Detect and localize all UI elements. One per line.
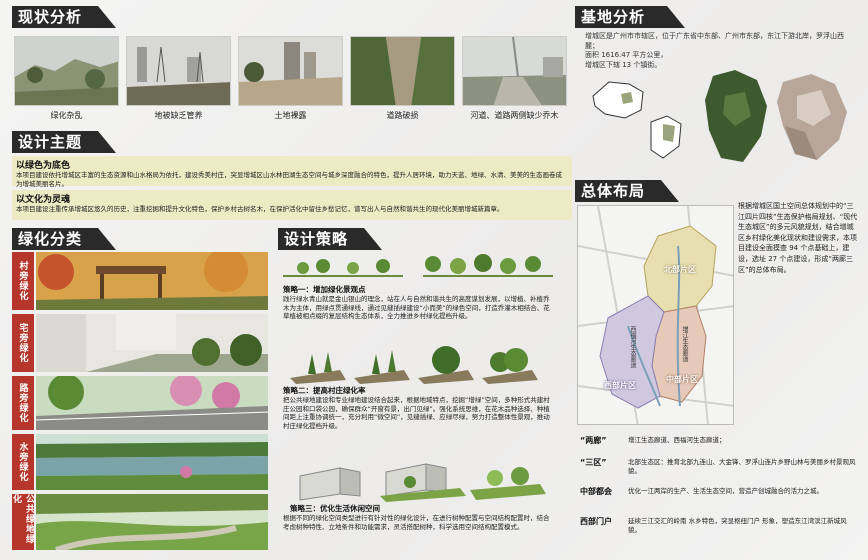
strategy1-illustration bbox=[283, 254, 553, 282]
legend-text-1: 增江生态廊道、西福河生态廊道； bbox=[628, 436, 726, 444]
site-maps bbox=[585, 66, 857, 170]
map-label-north: 北部片区 bbox=[664, 265, 696, 274]
legend-label-1: “两廊” bbox=[580, 436, 607, 445]
category-water: 水旁绿化 bbox=[12, 434, 34, 490]
map-label-middle: 中部片区 bbox=[666, 375, 698, 384]
photo-current-5 bbox=[462, 36, 567, 106]
strategy3-title: 策略三：优化生活休闲空间 bbox=[290, 504, 380, 513]
photo-water bbox=[36, 434, 268, 490]
poster: 现状分析 绿化杂乱 地被缺乏管养 土地裸露 道路破损 河道、道路两侧缺少乔木 基… bbox=[0, 0, 868, 560]
legend-label-4: 西部门户 bbox=[580, 517, 612, 526]
category-public: 公共绿地绿化 bbox=[11, 494, 34, 550]
caption-current-1: 绿化杂乱 bbox=[50, 111, 83, 120]
legend-text-3: 优化一江两岸的生产、生活生态空间，营造产创城融合的活力之城。 bbox=[628, 487, 823, 495]
category-road: 路旁绿化 bbox=[12, 376, 34, 430]
strategy1-title: 策略一：增加绿化景观点 bbox=[283, 285, 366, 294]
photo-house bbox=[36, 314, 268, 372]
legend-label-2: “三区” bbox=[580, 458, 607, 467]
section-title-greening: 绿化分类 bbox=[12, 228, 116, 250]
photo-public bbox=[36, 494, 268, 550]
strategy2-title: 策略二：提高村庄绿化率 bbox=[283, 386, 366, 395]
section-title-layout: 总体布局 bbox=[575, 180, 679, 202]
map-label-west: 西部片区 bbox=[604, 381, 636, 390]
theme-culture-band: 以文化为灵魂 本项目建设注重传承增城区悠久的历史，注重挖掘和提升文化特色，保护乡… bbox=[12, 190, 572, 220]
site-description: 增城区是广州市市辖区，位于广东省中东部、广州市东部，东江下游北岸，罗浮山西麓； … bbox=[585, 32, 853, 70]
strategy1-text: 践行绿水青山就是金山银山的理念，站在人与自然和谐共生的高度谋划发展，以增植、补植… bbox=[283, 295, 550, 320]
site-text-1: 增城区是广州市市辖区，位于广东省中东部、广州市东部，东江下游北岸，罗浮山西麓； bbox=[585, 32, 844, 50]
section-title-site: 基地分析 bbox=[575, 6, 685, 28]
caption-current-3: 土地裸露 bbox=[274, 111, 307, 120]
caption-current-2: 地被缺乏管养 bbox=[154, 111, 203, 120]
photo-current-2 bbox=[126, 36, 231, 106]
legend-label-3: 中部都会 bbox=[580, 487, 612, 496]
photo-current-1 bbox=[14, 36, 119, 106]
strategy3-text: 根据不同的绿化空间类型进行有针对性的绿化设计，在进行树种配置与空间结构配置时，结… bbox=[283, 514, 550, 531]
map-label-river1: 增江生态廊道 bbox=[681, 326, 688, 362]
site-text-2: 面积 1616.47 平方公里， bbox=[585, 51, 668, 59]
section-title-theme: 设计主题 bbox=[12, 131, 116, 153]
section-title-current: 现状分析 bbox=[12, 6, 116, 28]
photo-village bbox=[36, 252, 268, 310]
theme-green-title: 以绿色为底色 bbox=[16, 161, 71, 171]
layout-description: 根据增城区国土空间总体规划中的“三江四片四核”生态保护格局规划、“现代生态城区”… bbox=[738, 202, 858, 274]
legend-text-4: 延续三江交汇的岭南 水乡特色，突显枢纽门户 形象，塑造东江湾滨江新城风貌。 bbox=[628, 517, 847, 534]
photo-current-4 bbox=[350, 36, 455, 106]
category-house: 宅旁绿化 bbox=[12, 314, 34, 372]
strategy2-illustration bbox=[290, 340, 550, 384]
strategy3-illustration bbox=[290, 450, 550, 502]
master-plan-map: 北部片区 中部片区 西部片区 增江生态廊道 西福河生态廊道 bbox=[577, 205, 734, 425]
caption-current-4: 道路破损 bbox=[386, 111, 419, 120]
section-title-strategy: 设计策略 bbox=[278, 228, 382, 250]
theme-culture-title: 以文化为灵魂 bbox=[16, 195, 71, 205]
strategy2-text: 把公共绿地建设和专业绿地建设结合起来，根据地域特点，挖掘“增绿”空间，多种形式共… bbox=[283, 396, 550, 430]
caption-current-5: 河道、道路两侧缺少乔木 bbox=[470, 111, 559, 120]
legend-text-2: 北部生态区：推育北部九连山、大金锋、罗浮山连片乡野山林与美丽乡村景观风貌。 bbox=[628, 458, 856, 475]
theme-culture-text: 本项目建设注重传承增城区悠久的历史，注重挖掘和提升文化特色，保护乡村古树名木，在… bbox=[16, 205, 504, 213]
category-village: 村旁绿化 bbox=[12, 252, 34, 310]
theme-green-band: 以绿色为底色 本项目建设依托增城区丰富的生态资源和山水格局为依托，建设秀美村庄，… bbox=[12, 156, 572, 188]
map-label-river2: 西福河生态廊道 bbox=[629, 326, 636, 368]
photo-road bbox=[36, 376, 268, 430]
photo-current-3 bbox=[238, 36, 343, 106]
theme-green-text: 本项目建设依托增城区丰富的生态资源和山水格局为依托，建设秀美村庄，突显增城区山水… bbox=[16, 171, 562, 188]
